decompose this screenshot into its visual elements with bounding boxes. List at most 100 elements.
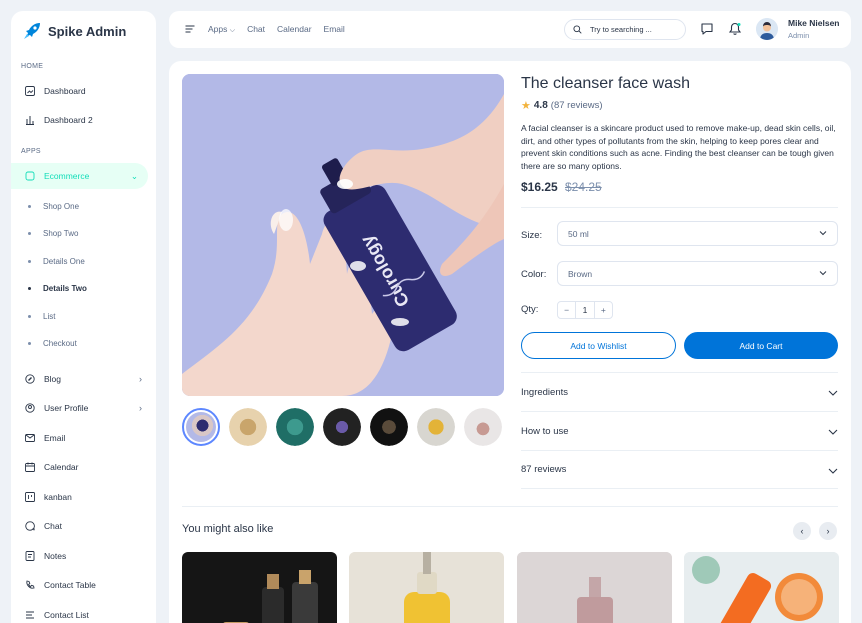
carousel-next-button[interactable]: ›: [819, 522, 837, 540]
thumbnail-strip: [182, 408, 502, 446]
brand[interactable]: Spike Admin: [22, 21, 126, 41]
quantity-stepper: − 1 +: [557, 301, 613, 319]
sidebar-item-label: Ecommerce: [44, 171, 90, 181]
chevron-right-icon: ›: [139, 403, 142, 413]
sidebar-item-dashboard[interactable]: Dashboard: [11, 78, 156, 104]
product-photo-illustration: [517, 552, 672, 623]
top-link-email[interactable]: Email: [324, 24, 345, 35]
thumbnail-4[interactable]: [323, 408, 361, 446]
accordion-ingredients[interactable]: Ingredients: [521, 372, 838, 411]
thumbnail-2[interactable]: [229, 408, 267, 446]
related-product-image-2[interactable]: [349, 552, 504, 623]
qty-value[interactable]: 1: [575, 302, 595, 318]
list-details-icon: [26, 611, 34, 619]
related-products-title: You might also like: [182, 523, 274, 535]
chat-icon: [25, 521, 35, 531]
add-to-wishlist-button[interactable]: Add to Wishlist: [521, 332, 676, 359]
sidebar-subitem-label: Details Two: [43, 283, 87, 293]
divider: [182, 506, 838, 507]
user-name: Mike Nielsen: [788, 18, 840, 28]
sidebar-item-label: Contact List: [44, 610, 89, 620]
sidebar-item-contact-list[interactable]: Contact List: [11, 602, 156, 623]
message-icon[interactable]: [700, 22, 714, 36]
mail-icon: [25, 434, 35, 442]
sidebar-item-label: Contact Table: [44, 580, 96, 590]
chevron-down-icon: [828, 468, 838, 474]
sidebar-item-chat[interactable]: Chat: [11, 513, 156, 539]
sidebar-item-blog[interactable]: Blog ›: [11, 366, 156, 392]
thumbnail-7[interactable]: [464, 408, 502, 446]
product-description: A facial cleanser is a skincare product …: [521, 123, 836, 171]
sidebar-item-kanban[interactable]: kanban: [11, 484, 156, 510]
sidebar-subitem-shop-two[interactable]: Shop Two: [11, 222, 156, 244]
review-count-link[interactable]: (87 reviews): [551, 100, 603, 111]
related-product-image-1[interactable]: [182, 552, 337, 623]
search-placeholder: Try to searching ...: [590, 25, 652, 34]
nav-caption-home: HOME: [21, 63, 44, 70]
top-link-calendar[interactable]: Calendar: [277, 24, 312, 35]
avatar[interactable]: [756, 18, 778, 40]
color-label: Color:: [521, 269, 547, 280]
sidebar-item-label: Calendar: [44, 462, 79, 472]
divider: [521, 207, 838, 208]
sidebar-item-notes[interactable]: Notes: [11, 543, 156, 569]
sidebar-item-contact-table[interactable]: Contact Table: [11, 572, 156, 598]
bullet-icon: [28, 341, 31, 345]
add-to-cart-button[interactable]: Add to Cart: [684, 332, 838, 359]
thumbnail-6[interactable]: [417, 408, 455, 446]
thumbnail-5[interactable]: [370, 408, 408, 446]
thumbnail-1[interactable]: [182, 408, 220, 446]
related-product-image-4[interactable]: [684, 552, 839, 623]
phone-icon: [26, 580, 35, 589]
search-icon: [573, 25, 582, 34]
bullet-icon: [28, 314, 31, 318]
thumbnail-3[interactable]: [276, 408, 314, 446]
chevron-down-icon: [819, 231, 827, 236]
product-price: $16.25: [521, 180, 558, 194]
menu-icon[interactable]: [185, 24, 195, 34]
sidebar-subitem-shop-one[interactable]: Shop One: [11, 195, 156, 217]
sidebar-item-dashboard-2[interactable]: Dashboard 2: [11, 107, 156, 133]
sidebar-item-ecommerce[interactable]: Ecommerce ⌄: [11, 163, 148, 189]
accordion-label: Ingredients: [521, 386, 569, 398]
qty-increment-button[interactable]: +: [595, 302, 612, 318]
chart-bar-icon: [26, 116, 34, 125]
sidebar-item-label: Dashboard 2: [44, 115, 93, 125]
color-select[interactable]: Brown: [557, 261, 838, 286]
bullet-icon: [28, 231, 31, 235]
sidebar-subitem-checkout[interactable]: Checkout: [11, 332, 156, 354]
sidebar-subitem-details-two[interactable]: Details Two: [11, 277, 156, 299]
notes-icon: [25, 551, 35, 561]
sidebar-subitem-list[interactable]: List: [11, 305, 156, 327]
top-link-apps[interactable]: Apps ⌵: [208, 24, 235, 35]
accordion-label: 87 reviews: [521, 464, 567, 475]
accordion-how-to-use[interactable]: How to use: [521, 411, 838, 450]
related-product-image-3[interactable]: [517, 552, 672, 623]
product-photo-illustration: [223, 570, 318, 623]
bullet-icon: [28, 286, 31, 290]
size-select-value: 50 ml: [568, 228, 589, 239]
accordion-reviews[interactable]: 87 reviews: [521, 450, 838, 489]
search-input[interactable]: Try to searching ...: [564, 19, 686, 40]
top-link-chat[interactable]: Chat: [247, 24, 265, 35]
top-link-label: Apps: [208, 24, 228, 34]
bell-icon[interactable]: [728, 22, 742, 36]
carousel-prev-button[interactable]: ‹: [793, 522, 811, 540]
brand-name: Spike Admin: [48, 23, 127, 39]
size-select[interactable]: 50 ml: [557, 221, 838, 246]
sidebar-item-label: User Profile: [44, 403, 89, 413]
product-photo-illustration: Curology: [182, 74, 504, 396]
sidebar-item-user-profile[interactable]: User Profile ›: [11, 395, 156, 421]
sidebar-item-label: Notes: [44, 551, 67, 561]
sidebar-item-email[interactable]: Email: [11, 425, 156, 451]
sidebar-subitem-label: Shop One: [43, 201, 80, 211]
rocket-logo-icon: [24, 23, 40, 39]
sidebar-item-calendar[interactable]: Calendar: [11, 454, 156, 480]
qty-decrement-button[interactable]: −: [558, 302, 575, 318]
product-title: The cleanser face wash: [521, 75, 690, 92]
chevron-down-icon: [828, 390, 838, 396]
user-avatar-icon: [756, 18, 778, 40]
topbar: Apps ⌵ Chat Calendar Email Try to search…: [169, 11, 851, 48]
sidebar-subitem-details-one[interactable]: Details One: [11, 250, 156, 272]
product-rating: ★ 4.8 (87 reviews): [521, 99, 603, 112]
